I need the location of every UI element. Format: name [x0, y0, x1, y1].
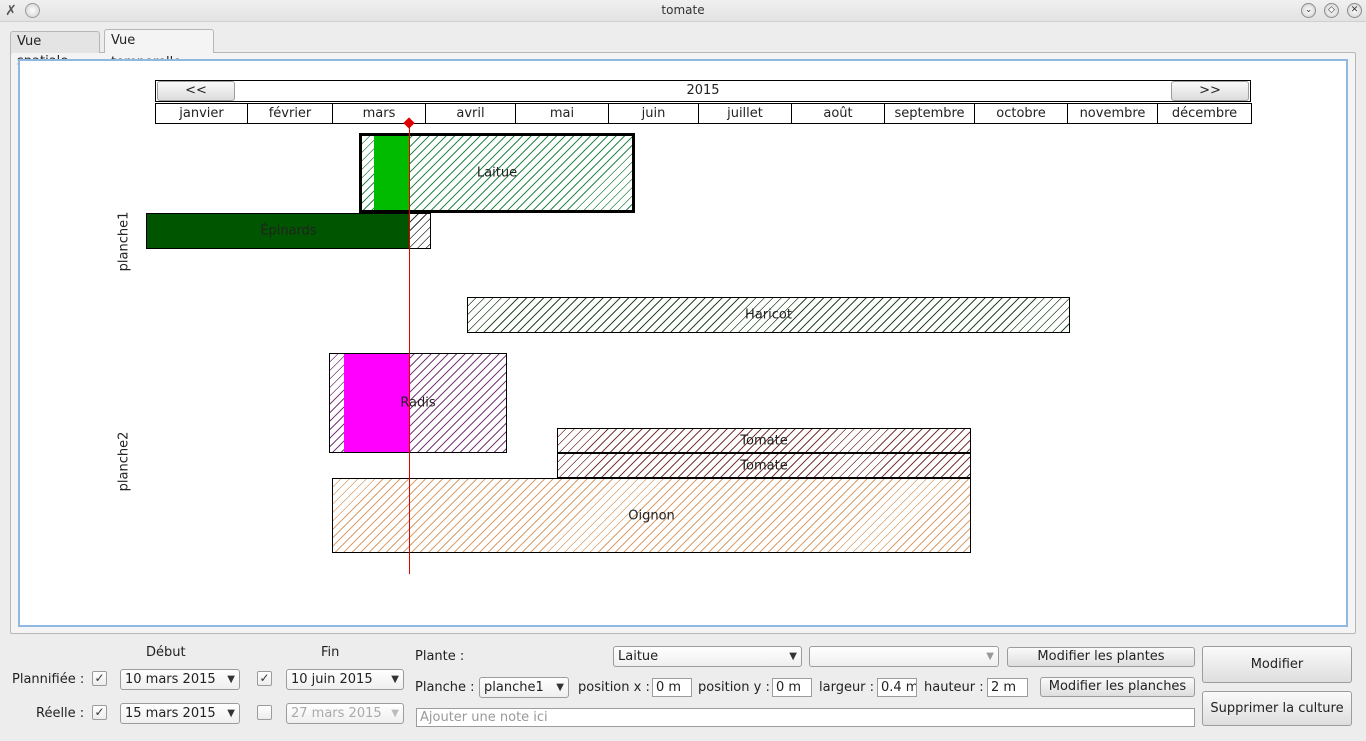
month-label: novembre [1067, 103, 1158, 124]
culture-bar[interactable]: Haricot [467, 297, 1070, 333]
chevron-down-icon: ▼ [227, 674, 235, 685]
plante-select[interactable]: Laitue ▼ [613, 646, 802, 667]
debut-header: Début [146, 645, 186, 660]
month-label: mars [332, 103, 426, 124]
plante-value: Laitue [618, 649, 659, 664]
modifier-planches-button[interactable]: Modifier les planches [1040, 677, 1195, 697]
minimize-icon[interactable]: ⌄ [1301, 3, 1316, 18]
reelle-debut-date[interactable]: 15 mars 2015 ▼ [120, 703, 240, 724]
culture-bar[interactable]: Tomate [557, 428, 971, 453]
tab-vue-spatiale[interactable]: Vue spatiale [10, 31, 100, 69]
tab-vue-temporelle[interactable]: Vue temporelle [104, 29, 214, 70]
plannifiee-debut-date[interactable]: 10 mars 2015 ▼ [120, 669, 240, 690]
reelle-fin-date: 27 mars 2015 ▼ [286, 703, 404, 724]
position-y-input[interactable]: 0 m [772, 678, 812, 697]
reelle-debut-checkbox[interactable]: ✓ [92, 705, 107, 720]
note-input[interactable]: Ajouter une note ici [416, 708, 1195, 727]
month-label: octobre [974, 103, 1068, 124]
chevron-down-icon: ▼ [227, 708, 235, 719]
chevron-down-icon: ▼ [391, 708, 399, 719]
year-label: 2015 [686, 83, 720, 98]
culture-label: Laitue [476, 165, 518, 181]
month-label: avril [425, 103, 516, 124]
reelle-fin-checkbox[interactable] [257, 705, 272, 720]
plannifiee-debut-value: 10 mars 2015 [125, 672, 216, 687]
planche-select[interactable]: planche1 ▼ [479, 677, 569, 698]
month-label: août [791, 103, 885, 124]
position-x-label: position x : [578, 680, 650, 695]
culture-label: Tomate [740, 458, 788, 473]
position-y-label: position y : [698, 680, 770, 695]
hauteur-label: hauteur : [924, 680, 984, 695]
chevron-down-icon: ▼ [556, 682, 564, 693]
planche-field-label: Planche : [415, 680, 475, 695]
plannifiee-debut-checkbox[interactable]: ✓ [92, 671, 107, 686]
culture-bar[interactable]: Oignon [332, 478, 971, 553]
culture-label: Radis [400, 395, 436, 411]
modifier-plantes-button[interactable]: Modifier les plantes [1007, 647, 1195, 667]
month-label: février [247, 103, 333, 124]
plannifiee-fin-value: 10 juin 2015 [291, 672, 373, 687]
supprimer-culture-button[interactable]: Supprimer la culture [1202, 691, 1352, 726]
month-label: juin [608, 103, 699, 124]
culture-label: Oignon [628, 508, 675, 523]
variete-select[interactable]: ▼ [809, 646, 999, 667]
plannifiee-fin-checkbox[interactable]: ✓ [257, 671, 272, 686]
position-x-input[interactable]: 0 m [652, 678, 692, 697]
maximize-icon[interactable]: ◇ [1324, 3, 1339, 18]
window-title: tomate [661, 3, 705, 17]
chevron-down-icon: ▼ [391, 674, 399, 685]
fin-header: Fin [321, 645, 340, 660]
plannifiee-label: Plannifiée : [12, 672, 85, 687]
reelle-fin-value: 27 mars 2015 [291, 706, 382, 721]
plante-label: Plante : [415, 649, 465, 664]
chevron-down-icon: ▼ [789, 651, 797, 662]
month-label: septembre [884, 103, 975, 124]
hauteur-input[interactable]: 2 m [987, 678, 1028, 697]
planche-label: planche1 [116, 211, 132, 272]
month-label: janvier [155, 103, 248, 124]
modifier-button[interactable]: Modifier [1202, 646, 1352, 683]
reelle-debut-value: 15 mars 2015 [125, 706, 216, 721]
culture-bar[interactable]: Épinards [146, 213, 431, 249]
planche-label: planche2 [116, 431, 132, 492]
previous-year-button[interactable]: << [157, 81, 235, 101]
months-row: janvier février mars avril mai juin juillet aoû… [155, 103, 1252, 124]
month-label: mai [515, 103, 609, 124]
month-label: décembre [1157, 103, 1252, 124]
culture-bar[interactable]: Tomate [557, 453, 971, 478]
planche-value: planche1 [484, 680, 544, 695]
month-label: juillet [698, 103, 792, 124]
culture-label: Haricot [745, 307, 792, 323]
reelle-label: Réelle : [36, 706, 85, 721]
culture-bar[interactable]: Laitue [359, 133, 635, 213]
largeur-input[interactable]: 0.4 m [877, 678, 917, 697]
largeur-label: largeur : [819, 680, 875, 695]
culture-label: Tomate [740, 433, 788, 448]
culture-bar[interactable]: Radis [329, 353, 507, 453]
culture-label: Épinards [260, 223, 317, 239]
plannifiee-fin-date[interactable]: 10 juin 2015 ▼ [286, 669, 404, 690]
close-icon[interactable]: ✕ [1347, 3, 1362, 18]
next-year-button[interactable]: >> [1171, 81, 1249, 101]
year-header: 2015 [155, 80, 1251, 102]
chevron-down-icon: ▼ [986, 651, 994, 662]
